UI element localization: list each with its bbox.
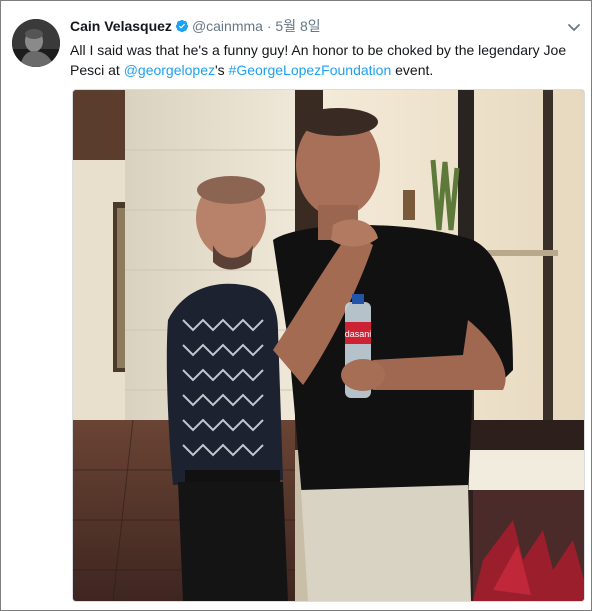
tweet-photo[interactable]: dasani bbox=[72, 89, 585, 602]
hashtag-link[interactable]: #GeorgeLopezFoundation bbox=[229, 62, 392, 78]
tweet-header: Cain Velasquez @cainmma · 5월 8일 bbox=[70, 17, 321, 35]
avatar[interactable] bbox=[12, 19, 60, 67]
tweet-text-part: 's bbox=[214, 62, 229, 78]
mention-link[interactable]: @georgelopez bbox=[124, 62, 215, 78]
tweet-date[interactable]: 5월 8일 bbox=[275, 18, 320, 34]
author-name[interactable]: Cain Velasquez bbox=[70, 18, 172, 34]
tweet-text-part: event. bbox=[391, 62, 434, 78]
chevron-down-icon[interactable] bbox=[566, 19, 582, 35]
separator: · bbox=[266, 18, 272, 34]
author-handle[interactable]: @cainmma bbox=[192, 18, 263, 34]
tweet-text: All I said was that he's a funny guy! An… bbox=[70, 40, 575, 80]
verified-badge-icon bbox=[175, 19, 189, 33]
tweet-card: Cain Velasquez @cainmma · 5월 8일 All I sai… bbox=[0, 0, 592, 611]
bottle-label: dasani bbox=[345, 329, 372, 339]
